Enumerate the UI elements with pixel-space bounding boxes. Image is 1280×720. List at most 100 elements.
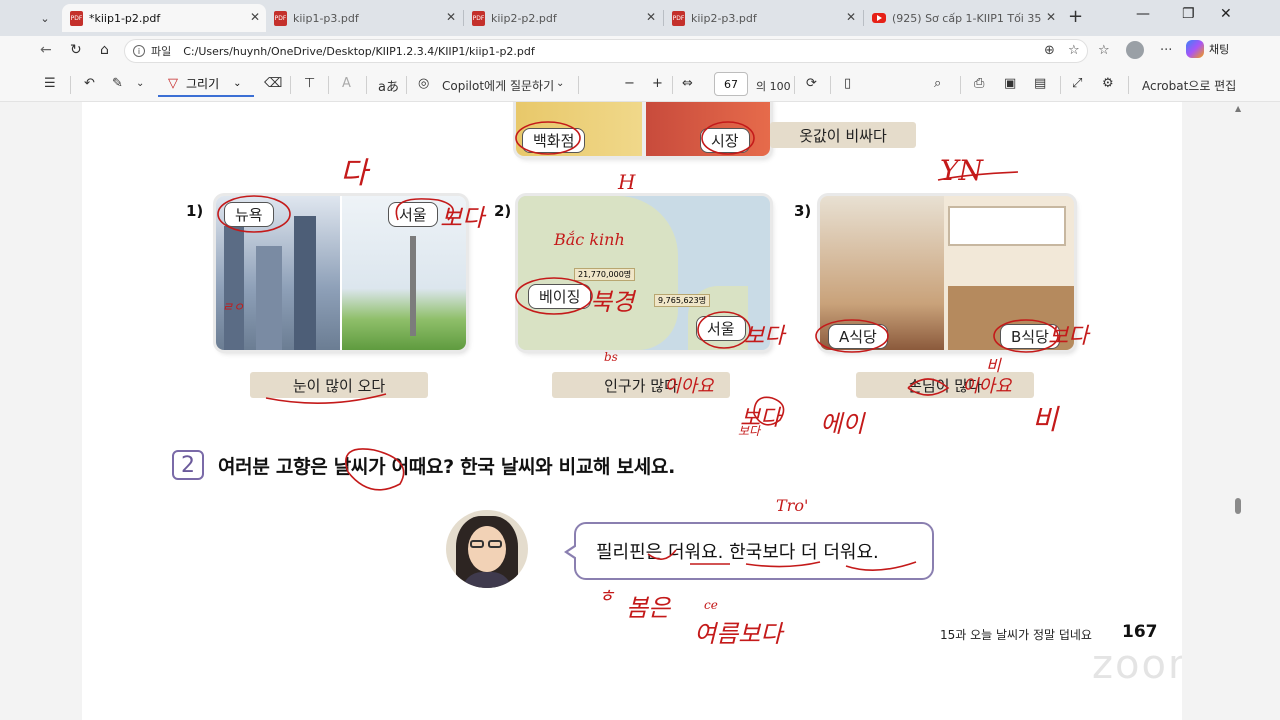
tab-title: *kiip1-p2.pdf bbox=[89, 11, 161, 25]
close-icon[interactable]: ✕ bbox=[846, 10, 856, 24]
toolbar-divider bbox=[70, 76, 71, 94]
save-as-icon[interactable]: ▤ bbox=[1034, 76, 1046, 91]
tab-kiip1-p2[interactable]: PDF *kiip1-p2.pdf ✕ bbox=[62, 4, 266, 32]
tag-restaurant-a: A식당 bbox=[828, 324, 888, 349]
annotation-text: ㅎ bbox=[598, 586, 615, 607]
address-bar-row: ← ↻ ⌂ i 파일 C:/Users/huynh/OneDrive/Deskt… bbox=[0, 36, 1280, 66]
speech-bubble: 필리핀은 더워요. 한국보다 더 더워요. bbox=[564, 522, 934, 580]
annotation-text: 이아요 bbox=[962, 376, 1012, 397]
annotation-text: 보다 bbox=[440, 204, 485, 232]
annotation-text: Bắc kinh bbox=[554, 230, 625, 249]
chevron-down-icon: ⌄ bbox=[233, 77, 242, 89]
item-number: 1) bbox=[186, 202, 204, 220]
profile-avatar[interactable] bbox=[1126, 41, 1144, 59]
tab-title: (925) Sơ cấp 1-KIIP1 Tối 357 T12.2... bbox=[892, 11, 1042, 25]
tab-kiip2-p3[interactable]: PDF kiip2-p3.pdf ✕ bbox=[664, 4, 862, 32]
pdf-icon: PDF bbox=[274, 10, 287, 26]
favorite-star-icon[interactable]: ☆ bbox=[1068, 43, 1080, 58]
population-a: 21,770,000명 bbox=[574, 268, 636, 281]
tab-youtube[interactable]: (925) Sơ cấp 1-KIIP1 Tối 357 T12.2... ✕ bbox=[864, 4, 1062, 32]
settings-gear-icon[interactable]: ⚙ bbox=[1102, 76, 1114, 91]
fullscreen-icon[interactable]: ⤢ bbox=[1072, 76, 1082, 91]
zoom-icon[interactable]: ⊕ bbox=[1044, 43, 1055, 58]
page-number: 167 bbox=[1122, 622, 1158, 642]
rotate-icon[interactable]: ⟳ bbox=[806, 76, 817, 91]
highlight-icon[interactable]: ✎ bbox=[112, 76, 123, 91]
footer-title: 15과 오늘 날씨가 정말 덥네요 bbox=[940, 628, 1092, 642]
close-icon[interactable]: ✕ bbox=[446, 10, 456, 24]
contents-list-icon[interactable]: ☰ bbox=[44, 76, 56, 91]
annotation-text: 이아요 bbox=[664, 376, 714, 397]
page-number-input[interactable]: 67 bbox=[714, 72, 748, 96]
tab-kiip1-p3[interactable]: PDF kiip1-p3.pdf ✕ bbox=[266, 4, 462, 32]
toolbar-divider bbox=[328, 76, 329, 94]
print-icon[interactable]: ⎙ bbox=[974, 76, 984, 91]
copilot-ask-button[interactable]: Copilot에게 질문하기 bbox=[442, 77, 554, 94]
address-input[interactable]: i 파일 C:/Users/huynh/OneDrive/Desktop/KII… bbox=[124, 39, 1088, 63]
toolbar-divider bbox=[406, 76, 407, 94]
caption-item1: 눈이 많이 오다 bbox=[250, 372, 428, 398]
annotation-text: 북경 bbox=[590, 288, 635, 316]
toolbar-divider bbox=[290, 76, 291, 94]
annotation-text: bs bbox=[604, 350, 618, 364]
translate-icon[interactable]: aあ bbox=[378, 76, 399, 95]
fit-width-icon[interactable]: ⇔ bbox=[682, 76, 693, 91]
pen-icon: ▽ bbox=[168, 75, 178, 91]
annotation-text: ce bbox=[704, 598, 718, 612]
scroll-up-icon[interactable]: ▲ bbox=[1235, 104, 1241, 113]
reload-icon[interactable]: ↻ bbox=[70, 42, 82, 58]
back-arrow-icon[interactable]: ← bbox=[40, 42, 52, 58]
tab-actions-chevron-icon[interactable]: ⌄ bbox=[34, 8, 56, 28]
address-path: C:/Users/huynh/OneDrive/Desktop/KIIP1.2.… bbox=[183, 44, 535, 58]
undo-icon[interactable]: ↶ bbox=[84, 76, 95, 91]
info-icon: i bbox=[133, 45, 145, 57]
toolbar-divider bbox=[794, 76, 795, 94]
search-icon[interactable]: ⌕ bbox=[934, 76, 941, 91]
population-b: 9,765,623명 bbox=[654, 294, 711, 307]
copilot-label: 채팅 bbox=[1209, 43, 1230, 56]
highlight-chevron-icon[interactable]: ⌄ bbox=[136, 78, 144, 89]
vertical-scrollbar[interactable]: ▲ bbox=[1232, 102, 1244, 720]
annotation-text: 봄은 bbox=[626, 594, 671, 622]
item-number: 2) bbox=[494, 202, 512, 220]
tab-title: kiip2-p2.pdf bbox=[491, 11, 557, 25]
read-aloud-icon[interactable]: A bbox=[342, 76, 351, 91]
tag-beijing: 베이징 bbox=[528, 284, 592, 309]
favorites-icon[interactable]: ☆ bbox=[1098, 43, 1110, 58]
toolbar-divider bbox=[366, 76, 367, 94]
home-icon[interactable]: ⌂ bbox=[100, 42, 109, 58]
scrollbar-thumb[interactable] bbox=[1235, 498, 1241, 514]
page-view-icon[interactable]: ▯ bbox=[844, 76, 851, 91]
tag-department-store: 백화점 bbox=[522, 128, 586, 153]
minimize-icon[interactable]: — bbox=[1136, 6, 1150, 22]
new-tab-plus-icon[interactable]: + bbox=[1068, 6, 1083, 27]
draw-tool-button[interactable]: ▽ 그리기 ⌄ bbox=[158, 71, 254, 97]
pdf-toolbar: ☰ ↶ ✎ ⌄ ▽ 그리기 ⌄ ⌫ ⊤ A aあ ◎ Copilot에게 질문하… bbox=[0, 66, 1280, 102]
scheme-label: 파일 bbox=[151, 45, 172, 58]
more-menu-icon[interactable]: ··· bbox=[1160, 43, 1172, 58]
student-avatar bbox=[446, 510, 528, 588]
text-box-icon[interactable]: ⊤ bbox=[304, 76, 315, 91]
close-icon[interactable]: ✕ bbox=[646, 10, 656, 24]
annotation-text: YN bbox=[940, 154, 983, 187]
window-close-icon[interactable]: ✕ bbox=[1220, 6, 1232, 22]
zoom-in-icon[interactable]: + bbox=[652, 76, 663, 91]
copilot-button[interactable]: 채팅 bbox=[1186, 40, 1229, 58]
acrobat-edit-button[interactable]: Acrobat으로 편집 bbox=[1142, 77, 1236, 94]
toolbar-divider bbox=[960, 76, 961, 94]
eraser-icon[interactable]: ⌫ bbox=[264, 76, 282, 91]
copilot-ask-icon[interactable]: ◎ bbox=[418, 76, 429, 91]
save-icon[interactable]: ▣ bbox=[1004, 76, 1016, 91]
annotation-text: ㄹㅇ bbox=[222, 300, 245, 314]
tab-title: kiip1-p3.pdf bbox=[293, 11, 359, 25]
close-icon[interactable]: ✕ bbox=[250, 10, 260, 24]
restore-icon[interactable]: ❐ bbox=[1182, 6, 1195, 22]
toolbar-divider bbox=[578, 76, 579, 94]
pdf-page: 백화점 시장 옷값이 비싸다 1) 뉴욕 서울 눈이 많이 오다 2) 21,7… bbox=[82, 102, 1182, 720]
zoom-out-icon[interactable]: − bbox=[624, 76, 635, 91]
chevron-down-icon[interactable]: ⌄ bbox=[556, 78, 564, 89]
annotation-text: 여름보다 bbox=[694, 620, 783, 648]
tab-kiip2-p2[interactable]: PDF kiip2-p2.pdf ✕ bbox=[464, 4, 662, 32]
close-icon[interactable]: ✕ bbox=[1046, 10, 1056, 24]
tag-seoul: 서울 bbox=[696, 316, 746, 341]
